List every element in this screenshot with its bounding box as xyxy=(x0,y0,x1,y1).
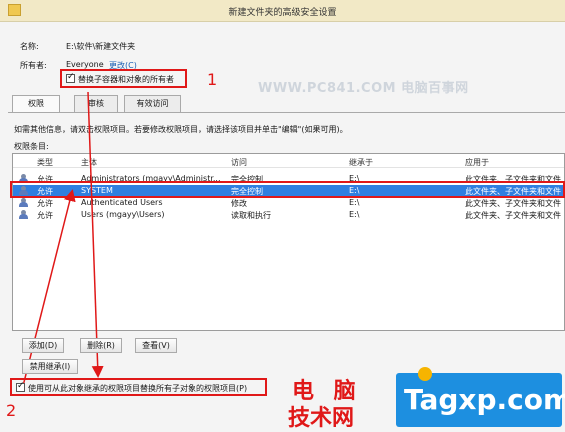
add-button[interactable]: 添加(D) xyxy=(22,338,64,353)
annotation-arrow-1 xyxy=(87,91,104,378)
remove-button[interactable]: 删除(R) xyxy=(80,338,122,353)
logo-dot-icon xyxy=(418,367,432,381)
tagxp-logo: Tagxp.com xyxy=(396,367,565,427)
disable-inheritance-button[interactable]: 禁用继承(I) xyxy=(22,359,78,374)
brand-cn-line2: 技术网 xyxy=(288,406,355,431)
annotation-arrows xyxy=(21,91,104,391)
annotation-box-2 xyxy=(10,378,267,396)
view-button[interactable]: 查看(V) xyxy=(135,338,177,353)
annotation-number-2: 2 xyxy=(6,401,17,420)
tagxp-logo-text: Tagxp.com xyxy=(404,383,565,416)
